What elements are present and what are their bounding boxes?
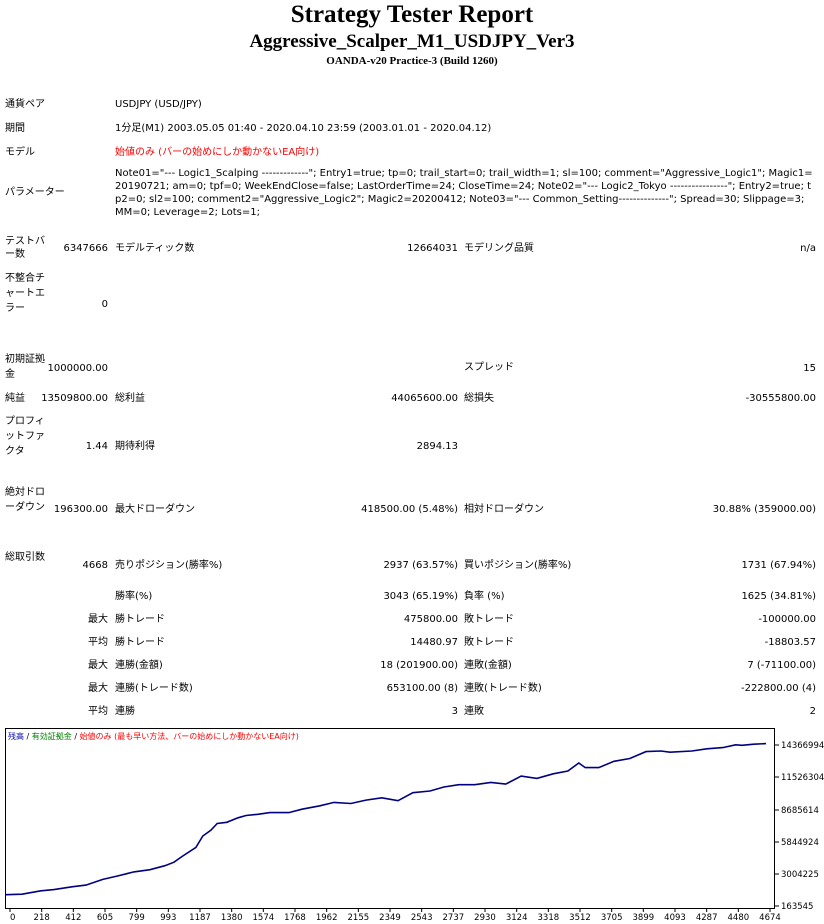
y-tick-label: 14366994 [781, 741, 824, 751]
chart-svg: 14366994 11526304 8685614 5844924 3004225 163… [5, 741, 824, 923]
x-tick-label: 1768 [284, 913, 306, 923]
x-tick-label: 4093 [664, 913, 686, 923]
y-tick-label: 11526304 [781, 773, 824, 783]
x-tick-label: 1574 [253, 913, 275, 923]
x-tick-label: 412 [65, 913, 81, 923]
x-tick-label: 3705 [601, 913, 623, 923]
x-tick-label: 3899 [633, 913, 655, 923]
x-tick-label: 3124 [506, 913, 528, 923]
x-tick-label: 4480 [728, 913, 750, 923]
x-tick-label: 2155 [348, 913, 370, 923]
x-tick-label: 4674 [759, 913, 781, 923]
balance-line [5, 742, 767, 896]
x-tick-label: 218 [34, 913, 50, 923]
x-tick-label: 1962 [316, 913, 338, 923]
x-tick-label: 2930 [474, 913, 496, 923]
x-tick-label: 799 [129, 913, 145, 923]
x-tick-label: 1187 [189, 913, 211, 923]
x-tick-label: 2737 [443, 913, 465, 923]
x-tick-label: 2543 [411, 913, 433, 923]
x-tick-label: 4287 [696, 913, 718, 923]
x-tick-label: 0 [10, 913, 15, 923]
x-tick-label: 993 [160, 913, 176, 923]
x-tick-label: 2349 [379, 913, 401, 923]
x-tick-label: 1380 [221, 913, 243, 923]
x-tick-label: 605 [97, 913, 113, 923]
y-tick-label: 8685614 [781, 806, 819, 816]
y-tick-label: 5844924 [781, 838, 819, 848]
y-tick-label: 3004225 [781, 870, 819, 880]
x-tick-label: 3512 [569, 913, 591, 923]
y-tick-label: 163545 [781, 902, 813, 912]
x-tick-label: 3318 [538, 913, 560, 923]
